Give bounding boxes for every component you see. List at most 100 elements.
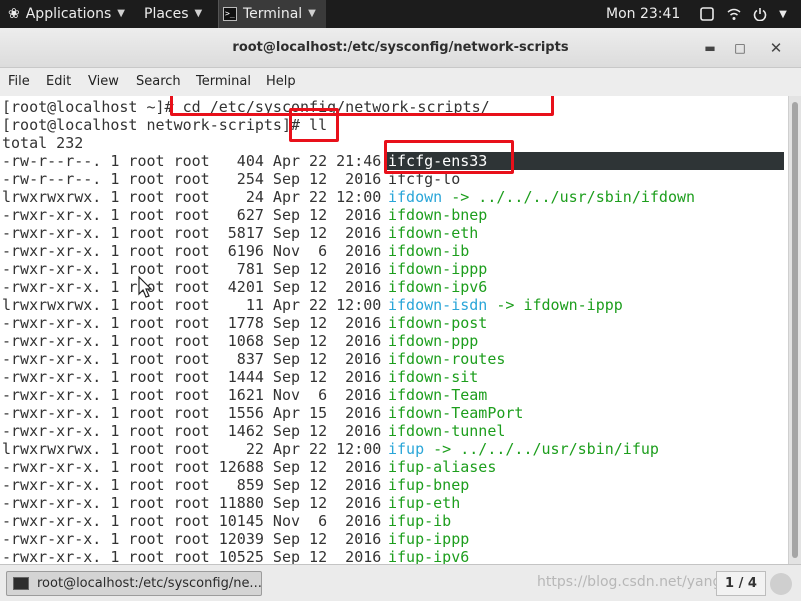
symlink-target: -> ../../../usr/sbin/ifup bbox=[424, 440, 659, 458]
highlight-box-cd-command bbox=[170, 96, 554, 116]
file-name: ifdown-eth bbox=[388, 224, 479, 242]
file-info: -rwxr-xr-x. 1 root root 10525 Sep 12 201… bbox=[2, 548, 382, 564]
listing-row: -rwxr-xr-x. 1 root root 1068 Sep 12 2016… bbox=[2, 332, 478, 350]
menu-view[interactable]: View bbox=[88, 74, 119, 89]
gnome-foot-icon: ❀ bbox=[8, 6, 20, 22]
maximize-icon[interactable]: □ bbox=[730, 38, 750, 58]
minimize-icon[interactable]: ▬ bbox=[700, 38, 720, 58]
file-name-cell: ifdown-TeamPort bbox=[388, 404, 523, 422]
scrollbar-thumb[interactable] bbox=[792, 102, 798, 558]
file-info: -rwxr-xr-x. 1 root root 859 Sep 12 2016 bbox=[2, 476, 382, 494]
listing-row: -rw-r--r--. 1 root root 254 Sep 12 2016 i… bbox=[2, 170, 460, 188]
close-icon[interactable]: ✕ bbox=[766, 38, 786, 58]
listing-row: -rwxr-xr-x. 1 root root 12039 Sep 12 201… bbox=[2, 530, 469, 548]
power-icon[interactable] bbox=[750, 4, 770, 24]
file-name: ifup bbox=[388, 440, 425, 458]
file-info: lrwxrwxrwx. 1 root root 24 Apr 22 12:00 bbox=[2, 188, 382, 206]
bottom-taskbar: root@localhost:/etc/sysconfig/ne... http… bbox=[0, 564, 801, 601]
file-name-cell: ifup -> ../../../usr/sbin/ifup bbox=[388, 440, 659, 458]
listing-row: lrwxrwxrwx. 1 root root 11 Apr 22 12:00 i… bbox=[2, 296, 623, 314]
workspace-switcher-icon[interactable] bbox=[770, 573, 792, 595]
menubar: File Edit View Search Terminal Help bbox=[0, 68, 801, 96]
file-name-cell: ifdown-sit bbox=[388, 368, 478, 386]
file-info: lrwxrwxrwx. 1 root root 11 Apr 22 12:00 bbox=[2, 296, 382, 314]
file-name-cell: ifdown-ipv6 bbox=[388, 278, 487, 296]
file-name-cell: ifup-aliases bbox=[388, 458, 496, 476]
file-name: ifdown-ppp bbox=[388, 332, 479, 350]
menu-search[interactable]: Search bbox=[136, 74, 181, 89]
caret-down-icon: ▼ bbox=[117, 8, 125, 19]
file-name-cell: ifdown-ib bbox=[388, 242, 469, 260]
terminal-scrollbar[interactable] bbox=[788, 96, 801, 564]
file-info: lrwxrwxrwx. 1 root root 22 Apr 22 12:00 bbox=[2, 440, 382, 458]
window-titlebar[interactable]: root@localhost:/etc/sysconfig/network-sc… bbox=[0, 28, 801, 68]
menu-file[interactable]: File bbox=[8, 74, 30, 89]
caret-down-icon: ▼ bbox=[308, 8, 316, 19]
total-line: total 232 bbox=[2, 134, 84, 152]
file-name-cell: ifdown-tunnel bbox=[388, 422, 505, 440]
file-name: ifdown bbox=[388, 188, 443, 206]
listing-row: lrwxrwxrwx. 1 root root 24 Apr 22 12:00 i… bbox=[2, 188, 695, 206]
symlink-target: -> ifdown-ippp bbox=[487, 296, 623, 314]
menu-terminal[interactable]: Terminal bbox=[196, 74, 251, 89]
file-name: ifdown-sit bbox=[388, 368, 479, 386]
listing-row: -rwxr-xr-x. 1 root root 5817 Sep 12 2016… bbox=[2, 224, 478, 242]
file-info: -rw-r--r--. 1 root root 254 Sep 12 2016 bbox=[2, 170, 382, 188]
file-name: ifdown-tunnel bbox=[388, 422, 506, 440]
prompt-line: [root@localhost network-scripts]# ll bbox=[2, 116, 328, 134]
highlight-box-ifcfg-ens33 bbox=[384, 140, 514, 174]
applications-menu[interactable]: ❀ Applications ▼ bbox=[8, 0, 125, 28]
file-name: ifdown-ippp bbox=[388, 260, 488, 278]
file-name: ifdown-ipv6 bbox=[388, 278, 488, 296]
file-name-cell: ifup-ipv6 bbox=[388, 548, 469, 564]
listing-row: -rw-r--r--. 1 root root 404 Apr 22 21:46… bbox=[2, 152, 487, 170]
places-menu[interactable]: Places ▼ bbox=[144, 0, 202, 28]
file-info: -rw-r--r--. 1 root root 404 Apr 22 21:46 bbox=[2, 152, 382, 170]
network-icon[interactable] bbox=[724, 4, 744, 24]
file-name: ifup-aliases bbox=[388, 458, 497, 476]
file-name: ifup-ippp bbox=[388, 530, 470, 548]
file-name: ifdown-post bbox=[388, 314, 488, 332]
listing-row: -rwxr-xr-x. 1 root root 11880 Sep 12 201… bbox=[2, 494, 460, 512]
menu-edit[interactable]: Edit bbox=[46, 74, 71, 89]
terminal-app-menu[interactable]: >_ Terminal ▼ bbox=[218, 0, 326, 28]
caret-down-icon: ▼ bbox=[194, 8, 203, 19]
file-name: ifdown-ib bbox=[388, 242, 470, 260]
file-name: ifdown-TeamPort bbox=[388, 404, 524, 422]
file-name: ifdown-Team bbox=[388, 386, 488, 404]
file-name-cell: ifdown-Team bbox=[388, 386, 487, 404]
top-panel: ❀ Applications ▼ Places ▼ >_ Terminal ▼ … bbox=[0, 0, 801, 28]
file-name-cell: ifup-eth bbox=[388, 494, 460, 512]
terminal-icon bbox=[13, 577, 29, 590]
file-name-cell: ifdown-post bbox=[388, 314, 487, 332]
terminal-output[interactable]: [root@localhost ~]# cd /etc/sysconfig/ne… bbox=[0, 96, 788, 564]
file-info: -rwxr-xr-x. 1 root root 1621 Nov 6 2016 bbox=[2, 386, 382, 404]
file-name: ifup-ib bbox=[388, 512, 452, 530]
file-info: -rwxr-xr-x. 1 root root 1778 Sep 12 2016 bbox=[2, 314, 382, 332]
highlight-box-ll-command bbox=[289, 108, 339, 142]
clock[interactable]: Mon 23:41 bbox=[606, 0, 680, 28]
workspace-pager[interactable]: 1 / 4 bbox=[716, 571, 766, 596]
file-name-cell: ifdown -> ../../../usr/sbin/ifdown bbox=[388, 188, 695, 206]
window-title: root@localhost:/etc/sysconfig/network-sc… bbox=[232, 40, 569, 55]
listing-row: -rwxr-xr-x. 1 root root 1556 Apr 15 2016… bbox=[2, 404, 523, 422]
file-name: ifdown-isdn bbox=[388, 296, 488, 314]
file-info: -rwxr-xr-x. 1 root root 627 Sep 12 2016 bbox=[2, 206, 382, 224]
file-info: -rwxr-xr-x. 1 root root 781 Sep 12 2016 bbox=[2, 260, 382, 278]
places-label: Places bbox=[144, 6, 189, 22]
listing-row: -rwxr-xr-x. 1 root root 859 Sep 12 2016 i… bbox=[2, 476, 469, 494]
mouse-cursor-icon bbox=[138, 276, 153, 298]
listing-row: -rwxr-xr-x. 1 root root 12688 Sep 12 201… bbox=[2, 458, 496, 476]
window-icon[interactable] bbox=[698, 4, 716, 24]
file-name: ifdown-routes bbox=[388, 350, 506, 368]
caret-down-icon[interactable]: ▼ bbox=[774, 4, 792, 24]
file-name-cell: ifdown-bnep bbox=[388, 206, 487, 224]
listing-row: -rwxr-xr-x. 1 root root 1444 Sep 12 2016… bbox=[2, 368, 478, 386]
applications-label: Applications bbox=[25, 6, 112, 22]
file-name-cell: ifdown-ppp bbox=[388, 332, 478, 350]
file-info: -rwxr-xr-x. 1 root root 1068 Sep 12 2016 bbox=[2, 332, 382, 350]
taskbar-terminal-button[interactable]: root@localhost:/etc/sysconfig/ne... bbox=[6, 571, 262, 596]
menu-help[interactable]: Help bbox=[266, 74, 296, 89]
file-info: -rwxr-xr-x. 1 root root 6196 Nov 6 2016 bbox=[2, 242, 382, 260]
file-info: -rwxr-xr-x. 1 root root 11880 Sep 12 201… bbox=[2, 494, 382, 512]
